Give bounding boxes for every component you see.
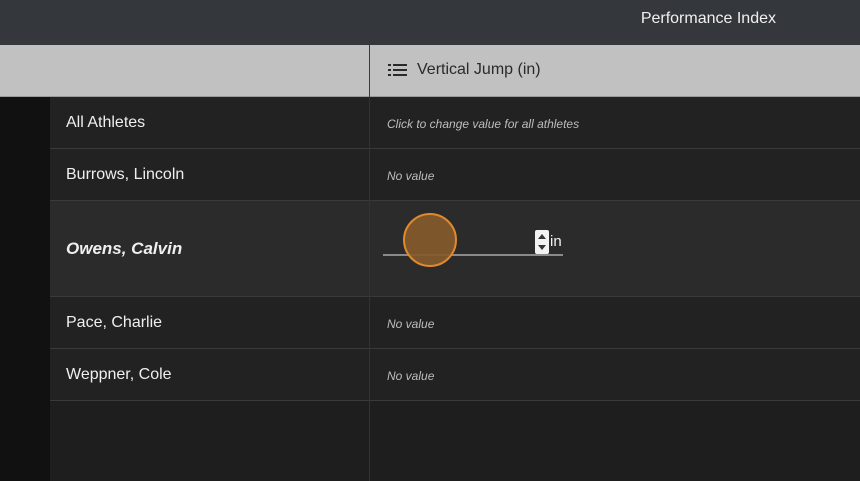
app-title: Performance Index (640, 10, 776, 27)
row-pace-charlie[interactable]: Pace, Charlie No value (50, 297, 860, 349)
column-header-vertical-jump[interactable]: Vertical Jump (in) (388, 61, 541, 79)
column-title: Vertical Jump (in) (417, 61, 541, 78)
athlete-name: Pace, Charlie (66, 314, 163, 331)
column-header-bar: Vertical Jump (in) (0, 45, 860, 97)
row-weppner-cole[interactable]: Weppner, Cole No value (50, 349, 860, 401)
number-stepper[interactable] (535, 230, 549, 254)
row-burrows-lincoln[interactable]: Burrows, Lincoln No value (50, 149, 860, 201)
stepper-down-icon[interactable] (538, 245, 546, 250)
athlete-name: Burrows, Lincoln (66, 166, 185, 183)
athlete-name: Weppner, Cole (66, 366, 172, 383)
value-cell[interactable]: No value (387, 169, 434, 183)
row-all-athletes[interactable]: All Athletes Click to change value for a… (50, 97, 860, 149)
list-icon (388, 63, 407, 77)
athlete-grid: All Athletes Click to change value for a… (50, 97, 860, 481)
value-cell[interactable]: No value (387, 317, 434, 331)
unit-label: in (550, 233, 562, 250)
athlete-name: Owens, Calvin (66, 239, 183, 258)
left-rail (0, 97, 50, 481)
value-cell[interactable]: No value (387, 369, 434, 383)
header-divider (369, 45, 370, 97)
stepper-up-icon[interactable] (538, 234, 546, 239)
top-bar: Performance Index (0, 0, 860, 45)
value-hint[interactable]: Click to change value for all athletes (387, 117, 579, 131)
touch-indicator (403, 213, 457, 267)
athlete-name: All Athletes (66, 114, 146, 131)
column-divider (369, 97, 370, 481)
